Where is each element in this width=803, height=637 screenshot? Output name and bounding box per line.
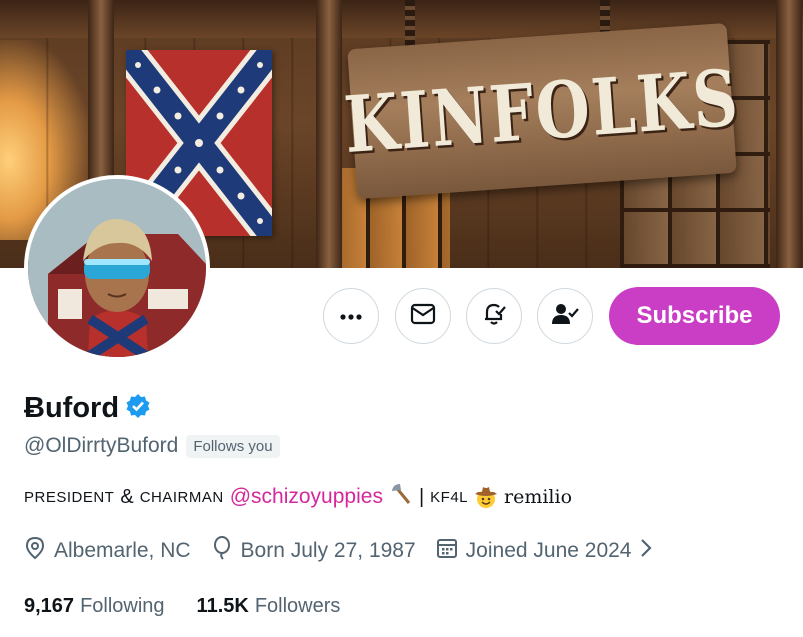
bio-title-chairman: CHAIRMAN [139,488,224,506]
following-label: Following [80,594,165,617]
location-item: Albemarle, NC [24,536,191,566]
bell-check-icon [481,301,507,332]
bio-remilio: remilio [504,486,573,508]
followers-count: 11.5K [196,594,249,617]
joined-text: Joined June 2024 [465,539,632,562]
bio-mention-link[interactable]: @schizoyuppies [230,485,383,509]
handle: @OlDirrtyBuford [24,434,179,457]
display-name: Ƀuford [24,391,120,424]
sign-text: KINFOLKS [341,51,743,171]
joined-item[interactable]: Joined June 2024 [436,537,654,565]
birthday-text: Born July 27, 1987 [240,539,416,562]
following-count: 9,167 [24,594,75,617]
calendar-icon [436,537,458,565]
more-button[interactable] [323,288,379,344]
balloon-icon [211,536,233,566]
location-text: Albemarle, NC [54,539,191,562]
location-pin-icon [24,536,46,566]
profile-page: KINFOLKS Subscribe Ƀuford @OlDirrtyBufor… [0,0,803,637]
notifications-button[interactable] [466,288,522,344]
bio-kf4l: KF4L [430,488,469,506]
followers-label: Followers [254,594,341,617]
profile-meta: Albemarle, NC Born July 27, 1987 Joined … [24,535,663,567]
following-button[interactable] [537,288,593,344]
subscribe-button[interactable]: Subscribe [609,287,780,345]
bio: PRESIDENT & CHAIRMAN @schizoyuppies | KF… [24,482,572,512]
handle-row: @OlDirrtyBuford Follows you [24,432,280,460]
cowboy-emoji-icon [474,485,498,509]
bio-title-president: PRESIDENT [24,488,115,506]
following-stat-link[interactable]: 9,167 Following [24,595,165,618]
chevron-right-icon [639,537,653,565]
avatar[interactable] [24,175,210,361]
message-button[interactable] [395,288,451,344]
name-row: Ƀuford [24,390,151,426]
birthday-item: Born July 27, 1987 [211,536,416,566]
follows-you-badge: Follows you [186,434,280,458]
followers-stat-link[interactable]: 11.5K Followers [197,595,341,618]
envelope-icon [410,303,436,330]
follow-stats: 9,167 Following 11.5K Followers [24,592,340,620]
axe-icon [389,482,413,512]
bio-ampersand: & [120,485,134,508]
verified-badge-icon [125,393,151,424]
bio-separator: | [418,485,425,508]
person-check-icon [551,302,579,331]
kinfolks-sign: KINFOLKS [341,22,743,200]
more-dots-icon [340,307,362,325]
